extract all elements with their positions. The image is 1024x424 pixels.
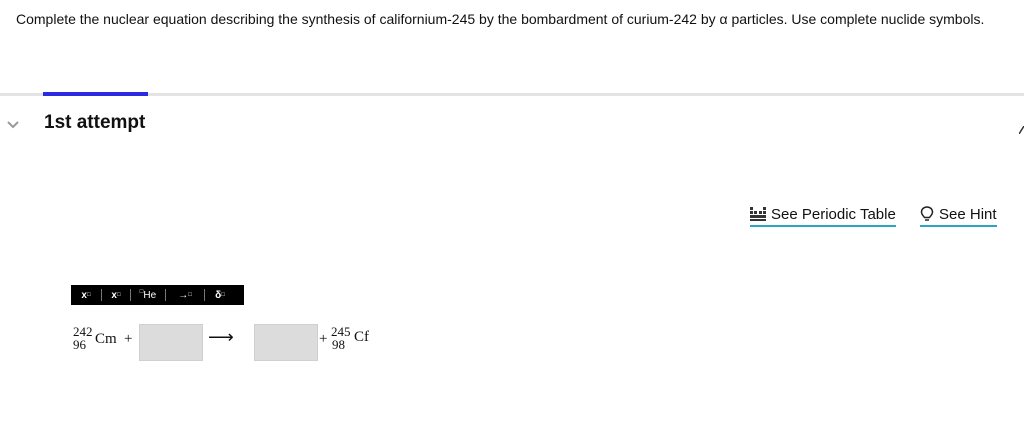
product-symbol: Cf bbox=[354, 329, 369, 345]
attempt-progress-track bbox=[0, 93, 1024, 96]
reactant-symbol: Cm bbox=[95, 331, 117, 347]
equation-toolbar: x □ x □ □ He → □ δ □ bbox=[71, 285, 244, 305]
nuclide-button[interactable]: □ He bbox=[131, 285, 165, 305]
periodic-table-link[interactable]: See Periodic Table bbox=[750, 203, 896, 227]
product-atomic-number: 98 bbox=[332, 337, 345, 352]
hint-label: See Hint bbox=[939, 205, 997, 223]
projectile-input[interactable] bbox=[139, 324, 203, 361]
subscript-button[interactable]: x □ bbox=[102, 285, 130, 305]
chevron-down-icon[interactable] bbox=[6, 118, 20, 132]
resize-corner-icon bbox=[1019, 126, 1024, 134]
hint-link[interactable]: See Hint bbox=[920, 203, 997, 227]
attempt-label[interactable]: 1st attempt bbox=[44, 112, 145, 134]
reactant-atomic-number: 96 bbox=[73, 337, 86, 352]
delta-button[interactable]: δ □ bbox=[205, 285, 235, 305]
question-text: Complete the nuclear equation describing… bbox=[16, 11, 985, 27]
periodic-table-icon bbox=[750, 207, 766, 221]
attempt-progress-indicator bbox=[43, 92, 148, 96]
lightbulb-icon bbox=[920, 206, 934, 221]
periodic-table-label: See Periodic Table bbox=[771, 205, 896, 223]
plus-sign: + bbox=[124, 331, 133, 347]
reaction-arrow: ⟶ bbox=[208, 327, 234, 347]
superscript-button[interactable]: x □ bbox=[71, 285, 101, 305]
plus-sign: + bbox=[319, 331, 328, 347]
reaction-arrow-button[interactable]: → □ bbox=[166, 285, 204, 305]
product-input[interactable] bbox=[254, 324, 318, 361]
arrow-glyph: → bbox=[178, 289, 189, 301]
nuclide-glyph: He bbox=[143, 289, 157, 301]
